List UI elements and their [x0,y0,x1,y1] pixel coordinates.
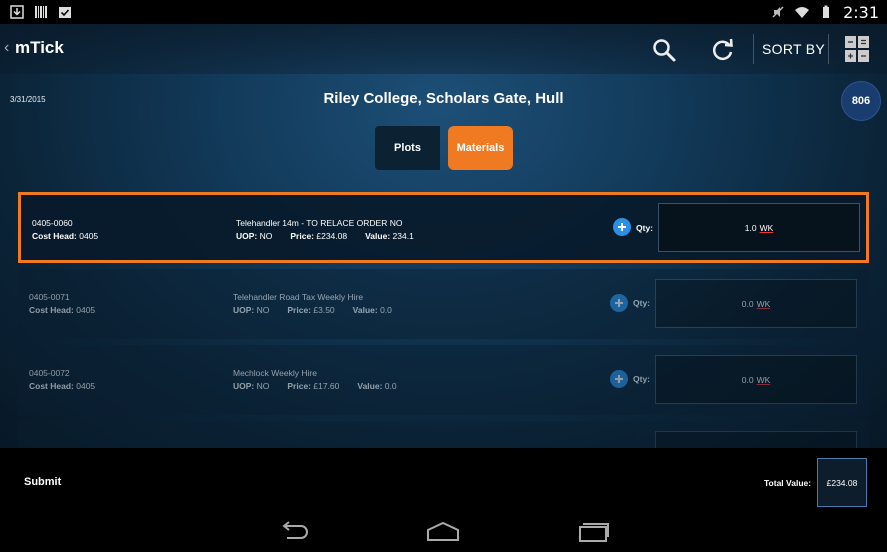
item-meta: UOP: NO Price: £234.08 Value: 234.1 [236,231,414,241]
qty-field[interactable]: 0.0 WK [655,279,857,328]
qty-label: Qty: [633,374,650,384]
mute-icon [772,6,784,18]
item-description: Telehandler 14m - TO RELACE ORDER NO [236,218,403,228]
list-item[interactable] [18,421,869,448]
qty-field[interactable]: 1.0 WK [658,203,860,252]
uop: UOP: NO [236,231,273,241]
cost-head: Cost Head: 0405 [29,305,96,315]
battery-icon [823,5,830,18]
qty-field[interactable] [655,431,857,448]
tab-plots[interactable]: Plots [375,126,440,170]
system-icons: 2:31 [771,3,879,22]
app-title[interactable]: mTick [15,38,64,58]
submit-button[interactable]: Submit [24,476,61,488]
notification-icons [10,5,72,19]
materials-list: 0405-0060 Cost Head: 0405 Telehandler 14… [18,192,869,448]
total-value: £234.08 [817,458,867,507]
qty-label: Qty: [636,223,653,233]
item-code: 0405-0060 [32,218,73,228]
clipboard-check-icon [59,7,71,18]
tab-bar: Plots Materials [375,126,513,170]
status-clock: 2:31 [843,2,879,22]
qty-label: Qty: [633,298,650,308]
android-nav-bar [0,512,887,552]
page-title: Riley College, Scholars Gate, Hull [323,90,564,107]
uop: UOP: NO [233,381,270,391]
item-code: 0405-0072 [29,368,70,378]
item-code: 0405-0071 [29,292,70,302]
back-icon[interactable] [277,520,311,542]
action-bar: ‹ mTick SORT BY [0,24,887,74]
cost-head: Cost Head: 0405 [29,381,96,391]
plus-icon [618,223,626,231]
home-icon[interactable] [426,520,460,542]
refresh-icon[interactable] [710,37,736,63]
status-bar: 2:31 [0,0,887,24]
count-badge[interactable]: 806 [841,81,881,121]
recent-apps-icon[interactable] [577,520,611,542]
sort-by-button[interactable]: SORT BY [762,41,825,57]
back-chevron-icon[interactable]: ‹ [4,39,9,57]
total-label: Total Value: [764,478,812,488]
plus-icon [615,299,623,307]
value: Value: 234.1 [365,231,414,241]
list-item[interactable]: 0405-0060 Cost Head: 0405 Telehandler 14… [18,192,869,263]
qty-field[interactable]: 0.0 WK [655,355,857,404]
value: Value: 0.0 [357,381,397,391]
divider [828,34,829,64]
plus-icon [615,375,623,383]
wifi-icon [795,7,810,18]
add-qty-button[interactable] [610,370,628,388]
calculator-icon[interactable] [845,36,869,62]
divider [753,34,754,64]
cost-head: Cost Head: 0405 [32,231,99,241]
price: Price: £3.50 [287,305,335,315]
uop: UOP: NO [233,305,270,315]
app-content: ‹ mTick SORT BY 3/31/2015 Riley College,… [0,24,887,448]
add-qty-button[interactable] [610,294,628,312]
tab-materials[interactable]: Materials [448,126,513,170]
add-qty-button[interactable] [613,218,631,236]
search-icon[interactable] [651,37,677,63]
download-icon [10,5,24,19]
price: Price: £17.60 [287,381,340,391]
footer-bar: Submit Total Value: £234.08 [0,448,887,512]
item-meta: UOP: NO Price: £3.50 Value: 0.0 [233,305,392,315]
item-description: Telehandler Road Tax Weekly Hire [233,292,364,302]
barcode-icon [35,6,47,18]
list-item[interactable]: 0405-0071 Cost Head: 0405 Telehandler Ro… [18,269,869,339]
value: Value: 0.0 [352,305,392,315]
item-meta: UOP: NO Price: £17.60 Value: 0.0 [233,381,397,391]
item-description: Mechlock Weekly Hire [233,368,317,378]
price: Price: £234.08 [290,231,348,241]
list-item[interactable]: 0405-0072 Cost Head: 0405 Mechlock Weekl… [18,345,869,415]
